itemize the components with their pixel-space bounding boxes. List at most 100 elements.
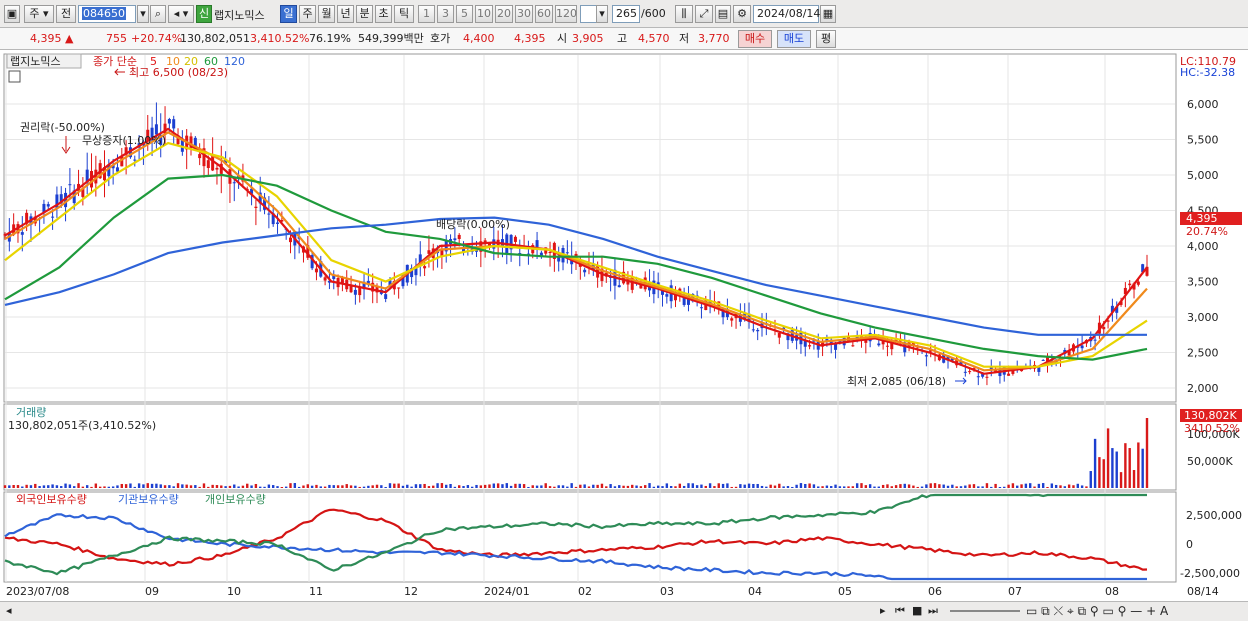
panel-grid-icon[interactable]: [8, 70, 21, 83]
scope-button[interactable]: 전: [56, 5, 76, 23]
volume-bar: [393, 483, 396, 488]
draw-icon[interactable]: ⤢: [695, 5, 713, 23]
volume-bar: [505, 483, 508, 488]
stock-code-input[interactable]: 084650: [78, 5, 136, 23]
volume-bar: [345, 484, 348, 488]
volume-bar: [1063, 486, 1067, 488]
volume-bar: [1137, 442, 1140, 488]
volume-bar: [644, 485, 647, 488]
market-select[interactable]: 주 ▾: [24, 5, 54, 23]
interval-120[interactable]: 120: [555, 5, 577, 23]
period-year[interactable]: 년: [337, 5, 354, 23]
volume-bar: [60, 486, 63, 488]
gear-icon[interactable]: ⚙: [733, 5, 751, 23]
bottom-toolbar: ◂ ▸ ⏮ ■ ⏭ ▭ ⧉ ⤬ ⌖ ⧉ ⚲ ▭ ⚲ — + A: [0, 601, 1248, 621]
volume-bar: [362, 486, 366, 488]
code-dropdown-icon[interactable]: ▾: [137, 5, 149, 23]
volume-bar: [501, 484, 504, 488]
volume-bar: [8, 485, 11, 488]
interval-10[interactable]: 10: [475, 5, 493, 23]
stock-chart[interactable]: 랩지노믹스 종가 단순 5 10 20 60 120 LC:110.79 HC:…: [0, 51, 1248, 601]
volume-bar: [842, 486, 846, 488]
x-tick-label: 2024/01: [484, 585, 530, 598]
volume-bar: [1033, 486, 1036, 488]
volume-bar: [228, 485, 232, 488]
volume-bar: [64, 483, 67, 488]
volume-bar: [38, 486, 41, 488]
volume-bar: [609, 484, 612, 488]
tool-icons[interactable]: ▭ ⧉ ⤬ ⌖ ⧉ ⚲ ▭ ⚲ — + A: [1026, 604, 1168, 619]
volume-bar: [1067, 484, 1071, 488]
x-tick-label: 02: [578, 585, 592, 598]
volume-bar: [397, 483, 400, 488]
price-tick-label: 6,000: [1187, 98, 1219, 111]
interval-60[interactable]: 60: [535, 5, 553, 23]
period-week[interactable]: 주: [299, 5, 316, 23]
volume-bar: [176, 483, 180, 488]
count-input[interactable]: 265: [612, 5, 640, 23]
window-icon[interactable]: ▣: [4, 5, 20, 23]
interval-3[interactable]: 3: [437, 5, 454, 23]
volume-bar: [384, 486, 387, 488]
average-button[interactable]: 평: [816, 30, 836, 48]
volume-bar: [920, 486, 924, 488]
sell-button[interactable]: 매도: [777, 30, 811, 48]
volume-bar: [445, 484, 448, 488]
volume-bar: [280, 486, 284, 488]
volume-bar: [765, 486, 768, 488]
interval-30[interactable]: 30: [515, 5, 533, 23]
candle-body: [968, 371, 972, 373]
quote-high-label: 고: [617, 32, 628, 45]
search-icon[interactable]: ⌕: [150, 5, 166, 23]
candle-body: [885, 345, 889, 347]
period-tick[interactable]: 틱: [394, 5, 414, 23]
interval-1[interactable]: 1: [418, 5, 435, 23]
forward-icon[interactable]: ⏭: [928, 604, 938, 618]
volume-bar: [233, 484, 236, 488]
period-day[interactable]: 일: [280, 5, 297, 23]
candle-icon[interactable]: ⫼: [675, 5, 693, 23]
scroll-left-icon[interactable]: ◂: [6, 604, 12, 617]
buy-button[interactable]: 매수: [738, 30, 772, 48]
price-tick-label: 5,500: [1187, 134, 1219, 147]
calendar-icon[interactable]: ▦: [820, 5, 836, 23]
volume-bar: [1003, 486, 1006, 488]
volume-bar: [946, 485, 950, 488]
zoom-slider[interactable]: [950, 610, 1020, 612]
volume-bar: [951, 484, 954, 488]
period-second[interactable]: 초: [375, 5, 392, 23]
scroll-right-icon[interactable]: ▸: [880, 604, 886, 617]
candle-body: [1080, 345, 1084, 349]
interval-20[interactable]: 20: [495, 5, 513, 23]
x-tick-label: 05: [838, 585, 852, 598]
save-icon[interactable]: ▤: [715, 5, 731, 23]
chart-area[interactable]: 랩지노믹스 종가 단순 5 10 20 60 120 LC:110.79 HC:…: [0, 51, 1248, 601]
volume-bar: [812, 484, 816, 488]
candle-body: [289, 237, 292, 243]
sound-icon[interactable]: ◂ ▾: [168, 5, 194, 23]
volume-bar: [708, 483, 712, 488]
period-month[interactable]: 월: [318, 5, 335, 23]
toolbar: ▣ 주 ▾ 전 084650 ▾ ⌕ ◂ ▾ 신 랩지노믹스 일 주 월 년 분…: [0, 0, 1248, 28]
volume-bar: [894, 485, 898, 488]
candle-body: [206, 160, 210, 168]
volume-bar: [220, 485, 223, 488]
hc-label: HC:-32.38: [1180, 66, 1235, 79]
candle-body: [851, 345, 855, 347]
stop-icon[interactable]: ■: [912, 604, 922, 617]
rewind-icon[interactable]: ⏮: [895, 604, 905, 618]
date-input[interactable]: 2024/08/14: [753, 5, 820, 23]
volume-bar: [899, 484, 902, 488]
interval-5[interactable]: 5: [456, 5, 473, 23]
volume-bar: [483, 484, 487, 488]
current-volume-pct: 3410.52%: [1184, 422, 1240, 435]
event-rights: 권리락(-50.00%): [20, 121, 105, 134]
volume-bar: [479, 485, 483, 488]
candle-body: [565, 252, 569, 254]
volume-bar: [1024, 483, 1028, 488]
period-minute[interactable]: 분: [356, 5, 373, 23]
interval-dropdown-icon[interactable]: ▾: [596, 5, 608, 23]
volume-bar: [838, 486, 842, 488]
volume-bar: [103, 486, 106, 488]
volume-bar: [613, 486, 617, 488]
